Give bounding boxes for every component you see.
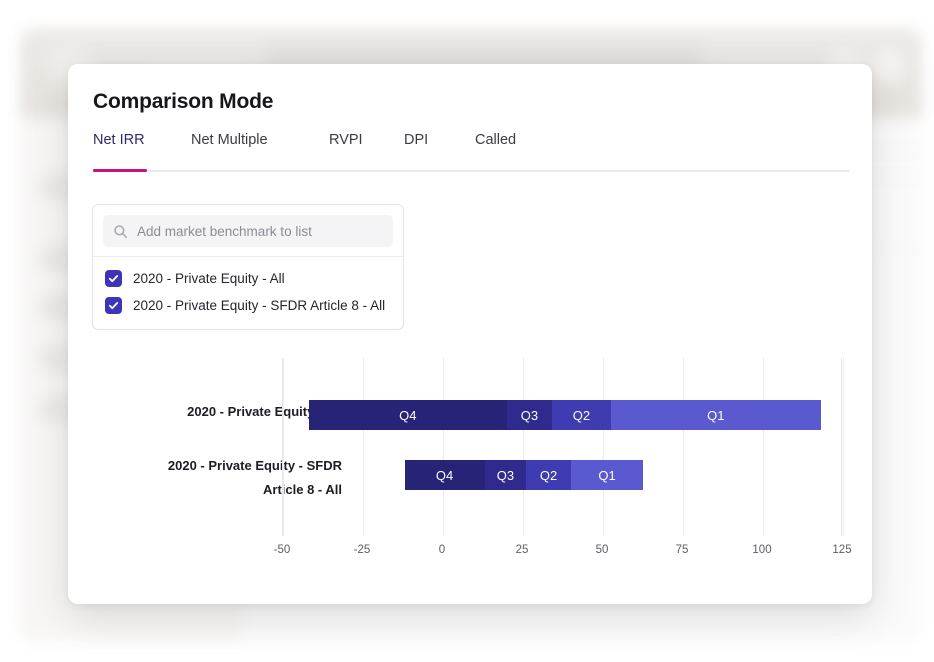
chart-x-tick-label: 125 bbox=[832, 544, 851, 556]
tab-active-indicator bbox=[93, 169, 147, 172]
benchmark-search-box[interactable] bbox=[103, 215, 393, 247]
chart-bar[interactable]: Q4Q3Q2Q1 bbox=[283, 460, 843, 490]
chart-gridline bbox=[283, 358, 284, 536]
background-avatar-tertiary bbox=[872, 48, 906, 82]
tab-list: Net IRR Net Multiple RVPI DPI Called bbox=[93, 130, 849, 156]
chart-x-tick-label: 75 bbox=[676, 544, 689, 556]
chart-gridline bbox=[523, 358, 524, 536]
tab-called[interactable]: Called bbox=[475, 130, 516, 150]
tab-dpi[interactable]: DPI bbox=[404, 130, 428, 150]
chart-bar-segment-q2[interactable]: Q2 bbox=[552, 400, 611, 430]
chart-bar-segment-q1[interactable]: Q1 bbox=[571, 460, 643, 490]
benchmark-list: 2020 - Private Equity - All 2020 - Privat… bbox=[93, 256, 403, 329]
chart-x-tick-label: 0 bbox=[439, 544, 445, 556]
chart-bar-segment-q3[interactable]: Q3 bbox=[485, 460, 527, 490]
chart-bar-segment-q2[interactable]: Q2 bbox=[526, 460, 571, 490]
chart-bar[interactable]: Q4Q3Q2Q1 bbox=[283, 400, 843, 430]
screen: Comparison Mode Net IRR Net Multiple RVPI D… bbox=[0, 0, 934, 662]
tab-net-irr[interactable]: Net IRR bbox=[93, 130, 145, 150]
chart-gridline bbox=[683, 358, 684, 536]
tab-underline-track bbox=[93, 170, 849, 172]
tab-net-multiple[interactable]: Net Multiple bbox=[191, 130, 268, 150]
list-item[interactable]: 2020 - Private Equity - All bbox=[93, 265, 403, 292]
list-item-label: 2020 - Private Equity - SFDR Article 8 -… bbox=[133, 298, 385, 313]
tab-bar: Net IRR Net Multiple RVPI DPI Called bbox=[93, 130, 849, 172]
chart-gridline bbox=[603, 358, 604, 536]
benchmark-picker: 2020 - Private Equity - All 2020 - Privat… bbox=[92, 204, 404, 330]
chart-plot-area: Q4Q3Q2Q1Q4Q3Q2Q1 bbox=[282, 358, 842, 536]
chart-x-tick-label: 100 bbox=[752, 544, 771, 556]
chart-x-tick-label: -50 bbox=[274, 544, 291, 556]
checkbox-checked-icon[interactable] bbox=[105, 270, 122, 287]
checkbox-checked-icon[interactable] bbox=[105, 297, 122, 314]
chart-bar-segment-q4[interactable]: Q4 bbox=[309, 400, 507, 430]
search-icon bbox=[113, 224, 128, 239]
list-item[interactable]: 2020 - Private Equity - SFDR Article 8 -… bbox=[93, 292, 403, 319]
tab-rvpi[interactable]: RVPI bbox=[329, 130, 363, 150]
chart-gridline bbox=[443, 358, 444, 536]
chart-gridline bbox=[763, 358, 764, 536]
chart-bar-segment-q4[interactable]: Q4 bbox=[405, 460, 485, 490]
search-input[interactable] bbox=[137, 224, 377, 239]
comparison-mode-dialog: Comparison Mode Net IRR Net Multiple RVPI D… bbox=[68, 64, 872, 604]
chart-x-tick-label: 50 bbox=[596, 544, 609, 556]
list-item-label: 2020 - Private Equity - All bbox=[133, 271, 285, 286]
chart-gridline bbox=[843, 358, 844, 536]
chart-x-tick-label: 25 bbox=[516, 544, 529, 556]
chart-gridline bbox=[363, 358, 364, 536]
chart-x-axis: -50-250255075100125 bbox=[282, 544, 842, 568]
quartile-range-chart: 2020 - Private Equity - All2020 - Privat… bbox=[68, 358, 872, 588]
chart-bar-segment-q3[interactable]: Q3 bbox=[507, 400, 552, 430]
chart-bar-segment-q1[interactable]: Q1 bbox=[611, 400, 821, 430]
page-title: Comparison Mode bbox=[93, 90, 273, 114]
chart-x-tick-label: -25 bbox=[354, 544, 371, 556]
